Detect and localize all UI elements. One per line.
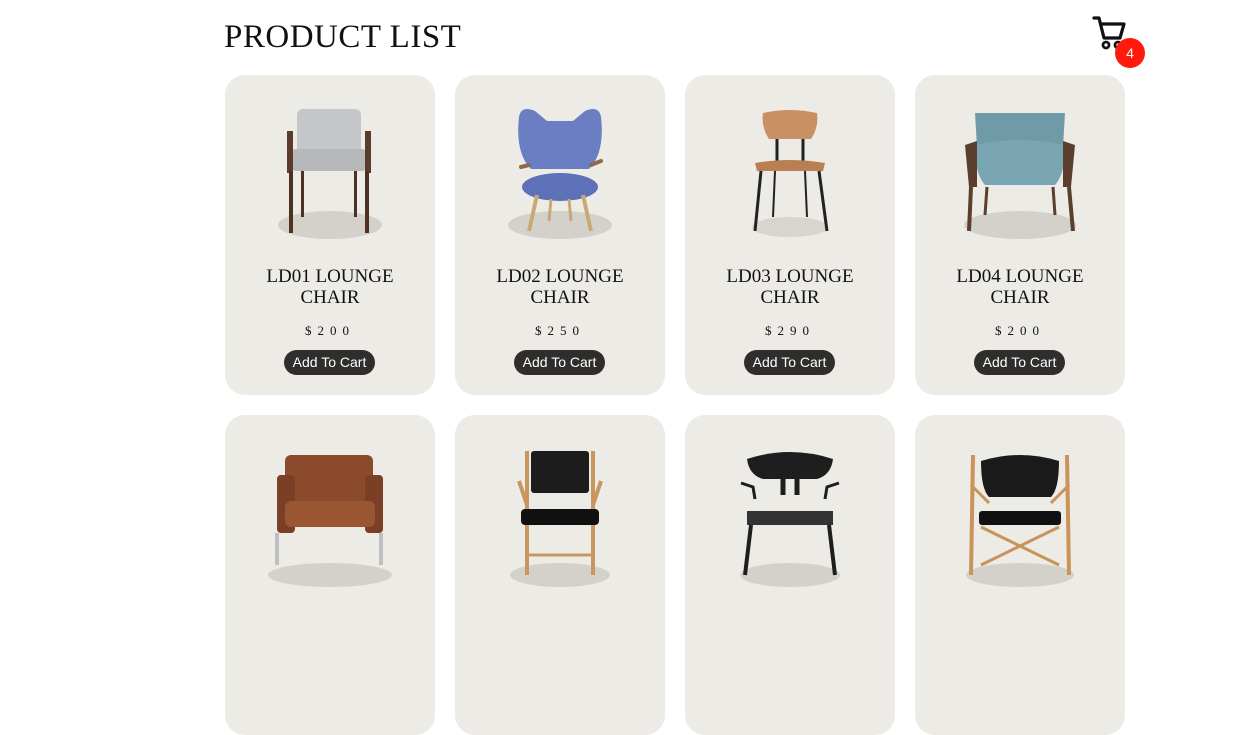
brown-leather-lounge-chair-icon xyxy=(268,455,392,587)
product-card: LD04 LOUNGE CHAIR $200 Add To Cart xyxy=(915,75,1125,395)
product-price: $250 xyxy=(535,323,585,338)
cart-button[interactable]: 4 xyxy=(1092,14,1148,70)
product-image xyxy=(225,75,435,250)
black-sawbuck-chair-icon xyxy=(966,454,1074,587)
blue-wingback-chair-icon xyxy=(508,109,612,239)
add-to-cart-button[interactable]: Add To Cart xyxy=(744,350,835,375)
teal-easy-chair-icon xyxy=(964,113,1076,239)
wooden-side-chair-icon xyxy=(752,110,829,237)
product-card: LD03 LOUNGE CHAIR $290 Add To Cart xyxy=(685,75,895,395)
product-name: LD02 LOUNGE CHAIR xyxy=(496,266,624,308)
black-round-back-chair-icon xyxy=(740,452,840,587)
product-card xyxy=(915,415,1125,735)
grey-armchair-icon xyxy=(278,109,382,239)
product-card: LD02 LOUNGE CHAIR $250 Add To Cart xyxy=(455,75,665,395)
product-card xyxy=(685,415,895,735)
product-card xyxy=(225,415,435,735)
product-name: LD01 LOUNGE CHAIR xyxy=(266,266,394,308)
product-image xyxy=(915,415,1125,590)
product-image xyxy=(685,75,895,250)
product-card xyxy=(455,415,665,735)
add-to-cart-button[interactable]: Add To Cart xyxy=(974,350,1065,375)
product-name: LD04 LOUNGE CHAIR xyxy=(956,266,1084,308)
product-name: LD03 LOUNGE CHAIR xyxy=(726,266,854,308)
product-card: LD01 LOUNGE CHAIR $200 Add To Cart xyxy=(225,75,435,395)
page-title: PRODUCT LIST xyxy=(224,19,462,55)
product-price: $200 xyxy=(305,323,355,338)
product-image xyxy=(915,75,1125,250)
product-image xyxy=(225,415,435,590)
product-image xyxy=(685,415,895,590)
product-image xyxy=(455,75,665,250)
add-to-cart-button[interactable]: Add To Cart xyxy=(514,350,605,375)
product-price: $290 xyxy=(765,323,815,338)
black-canvas-armchair-icon xyxy=(510,451,610,587)
product-price: $200 xyxy=(995,323,1045,338)
product-image xyxy=(455,415,665,590)
cart-count-badge: 4 xyxy=(1115,38,1145,68)
add-to-cart-button[interactable]: Add To Cart xyxy=(284,350,375,375)
